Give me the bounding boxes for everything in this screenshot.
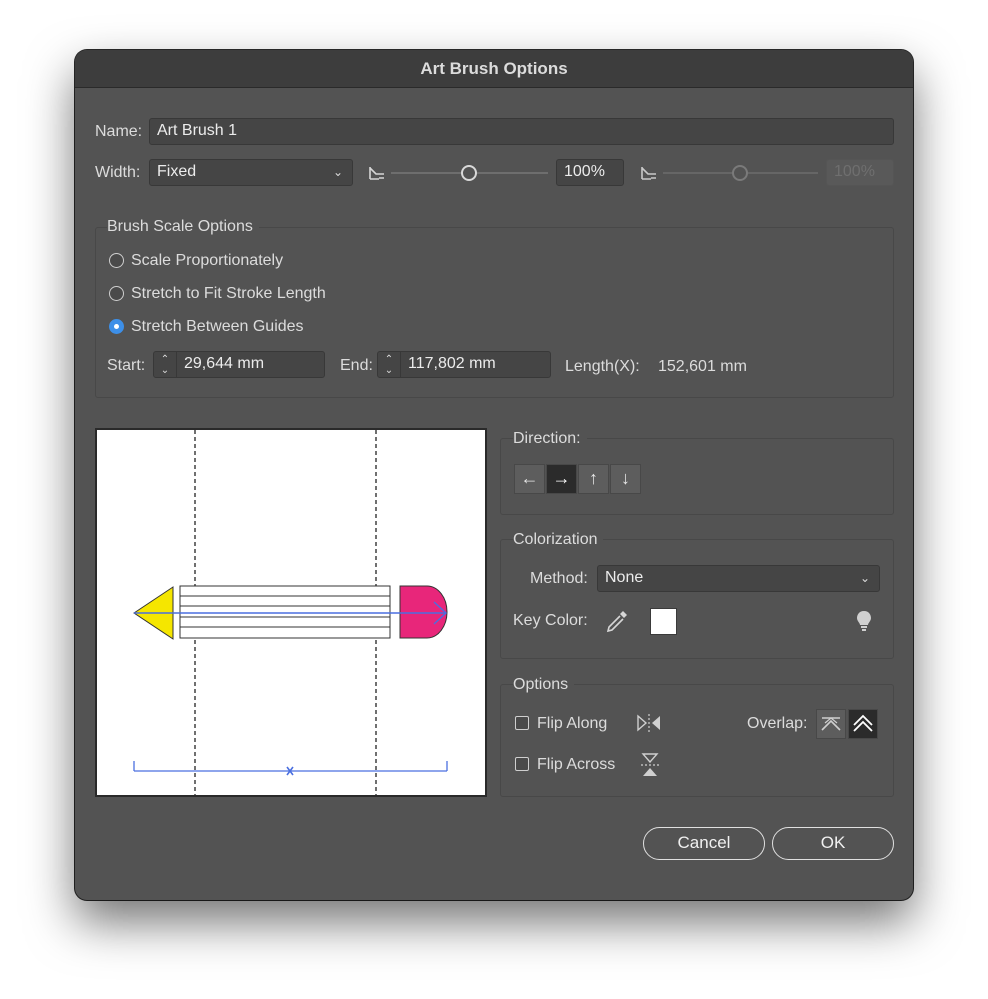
chevron-down-icon: ⌄: [859, 571, 870, 585]
options-title: Options: [513, 676, 575, 694]
direction-up-button[interactable]: ↑: [578, 464, 609, 494]
method-value: None: [605, 569, 644, 586]
length-label: Length(X):: [565, 358, 640, 375]
overlap-adjust-icon: [821, 717, 841, 731]
flip-along-label[interactable]: Flip Along: [537, 715, 607, 733]
variation-value-input: 100%: [826, 159, 894, 186]
colorization-title: Colorization: [513, 531, 604, 549]
flip-along-checkbox[interactable]: [515, 716, 529, 730]
scale-proportionately-radio[interactable]: [109, 253, 124, 268]
art-brush-options-dialog: Art Brush Options Name: Art Brush 1 Widt…: [75, 50, 913, 900]
variation-slider-thumb: [732, 165, 748, 181]
stretch-between-guides-label[interactable]: Stretch Between Guides: [131, 318, 304, 336]
end-label: End:: [340, 357, 373, 374]
direction-title: Direction:: [513, 430, 587, 448]
flip-across-icon: [641, 753, 659, 776]
eyedropper-icon[interactable]: [604, 608, 630, 634]
dialog-title: Art Brush Options: [75, 50, 913, 88]
stretch-between-guides-radio[interactable]: [109, 319, 124, 334]
colorization-group: [500, 539, 894, 659]
overlap-label: Overlap:: [747, 715, 808, 732]
pencil-brush-artwork: [133, 430, 448, 795]
start-stepper-icon[interactable]: ⌃ ⌄: [154, 352, 177, 378]
flip-across-checkbox[interactable]: [515, 757, 529, 771]
name-label: Name:: [95, 123, 143, 140]
width-label: Width:: [95, 164, 141, 181]
start-label: Start:: [107, 357, 146, 374]
width-slider-thumb[interactable]: [461, 165, 477, 181]
key-color-label: Key Color:: [513, 612, 588, 629]
method-label: Method:: [530, 570, 588, 587]
chevron-down-icon: ⌄: [332, 165, 343, 179]
direction-right-button[interactable]: →: [546, 464, 577, 494]
scale-proportionately-label[interactable]: Scale Proportionately: [131, 252, 283, 270]
start-input[interactable]: 29,644 mm: [153, 351, 325, 378]
direction-down-button[interactable]: ↓: [610, 464, 641, 494]
direction-left-button[interactable]: ←: [514, 464, 545, 494]
overlap-none-icon: [853, 714, 873, 732]
width-value-input[interactable]: 100%: [556, 159, 624, 186]
variation-curve-icon: [641, 167, 656, 180]
stretch-to-fit-label[interactable]: Stretch to Fit Stroke Length: [131, 285, 326, 303]
tips-lightbulb-icon[interactable]: [854, 609, 874, 633]
name-input[interactable]: Art Brush 1: [149, 118, 894, 145]
method-select[interactable]: None ⌄: [597, 565, 880, 592]
start-value: 29,644 mm: [184, 355, 265, 372]
end-stepper-icon[interactable]: ⌃ ⌄: [378, 352, 401, 378]
end-input[interactable]: 117,802 mm: [377, 351, 551, 378]
pressure-curve-icon: [369, 167, 384, 180]
width-mode-value: Fixed: [157, 163, 197, 180]
brush-preview[interactable]: [95, 428, 487, 797]
ok-button[interactable]: OK: [772, 827, 894, 860]
key-color-swatch[interactable]: [650, 608, 677, 635]
brush-scale-options-title: Brush Scale Options: [107, 218, 259, 236]
flip-across-label[interactable]: Flip Across: [537, 756, 615, 774]
overlap-adjust-button[interactable]: [816, 709, 846, 739]
end-value: 117,802 mm: [408, 355, 496, 372]
width-mode-select[interactable]: Fixed ⌄: [149, 159, 353, 186]
length-value: 152,601 mm: [658, 358, 747, 375]
stretch-to-fit-radio[interactable]: [109, 286, 124, 301]
overlap-none-button[interactable]: [848, 709, 878, 739]
cancel-button[interactable]: Cancel: [643, 827, 765, 860]
options-group: [500, 684, 894, 797]
flip-along-icon: [637, 714, 660, 732]
